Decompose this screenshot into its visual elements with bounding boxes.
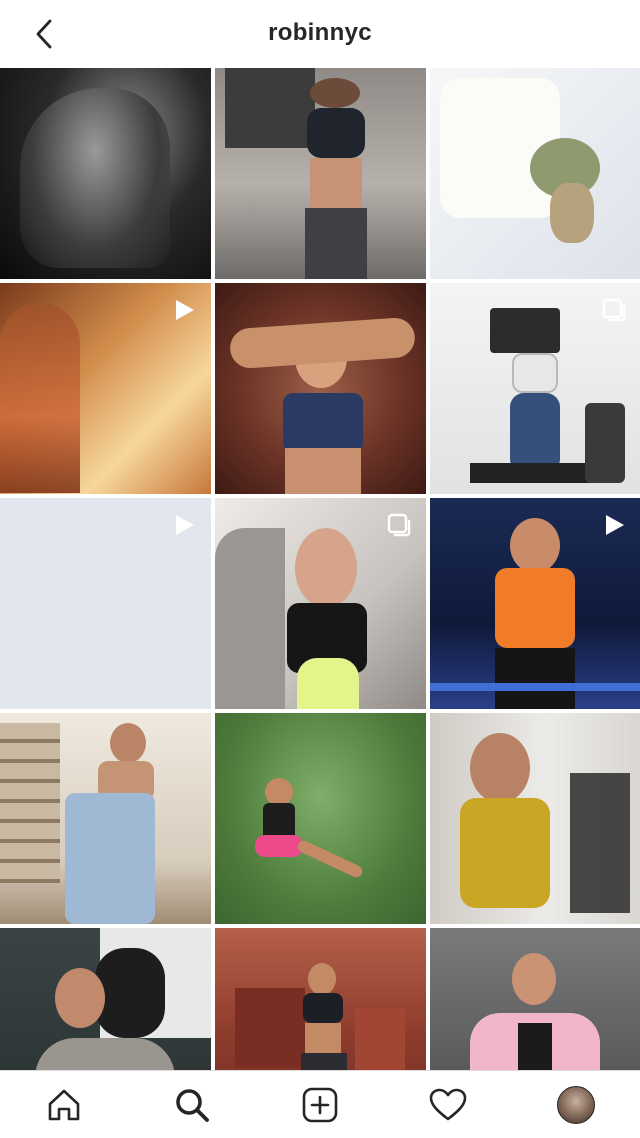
nav-profile[interactable]	[544, 1075, 608, 1135]
post-thumbnail[interactable]	[430, 498, 640, 709]
top-bar: robinnyc	[0, 0, 640, 68]
new-post-icon	[302, 1087, 338, 1122]
search-icon	[176, 1088, 209, 1122]
post-thumbnail[interactable]	[430, 713, 640, 924]
nav-home[interactable]	[32, 1075, 96, 1135]
carousel-icon	[602, 298, 626, 322]
post-thumbnail[interactable]	[0, 498, 211, 709]
activity-heart-icon	[429, 1088, 467, 1120]
post-thumbnail[interactable]	[0, 283, 211, 494]
post-thumbnail[interactable]	[0, 68, 211, 279]
post-thumbnail[interactable]	[215, 498, 426, 709]
home-icon	[48, 1089, 80, 1120]
profile-username: robinnyc	[268, 19, 372, 46]
bottom-nav-bar	[0, 1070, 640, 1138]
post-thumbnail[interactable]	[430, 68, 640, 279]
post-thumbnail[interactable]	[215, 283, 426, 494]
post-thumbnail[interactable]	[215, 68, 426, 279]
profile-grid-screen: robinnyc	[0, 0, 640, 1138]
video-icon	[176, 515, 194, 535]
post-thumbnail[interactable]	[215, 713, 426, 924]
video-icon	[176, 300, 194, 320]
post-grid	[0, 68, 640, 1138]
post-thumbnail[interactable]	[0, 713, 211, 924]
profile-avatar	[557, 1085, 595, 1124]
nav-search[interactable]	[160, 1075, 224, 1135]
nav-new-post[interactable]	[288, 1075, 352, 1135]
post-thumbnail[interactable]	[430, 283, 640, 494]
video-icon	[606, 515, 624, 535]
carousel-icon	[387, 513, 411, 537]
nav-activity[interactable]	[416, 1075, 480, 1135]
